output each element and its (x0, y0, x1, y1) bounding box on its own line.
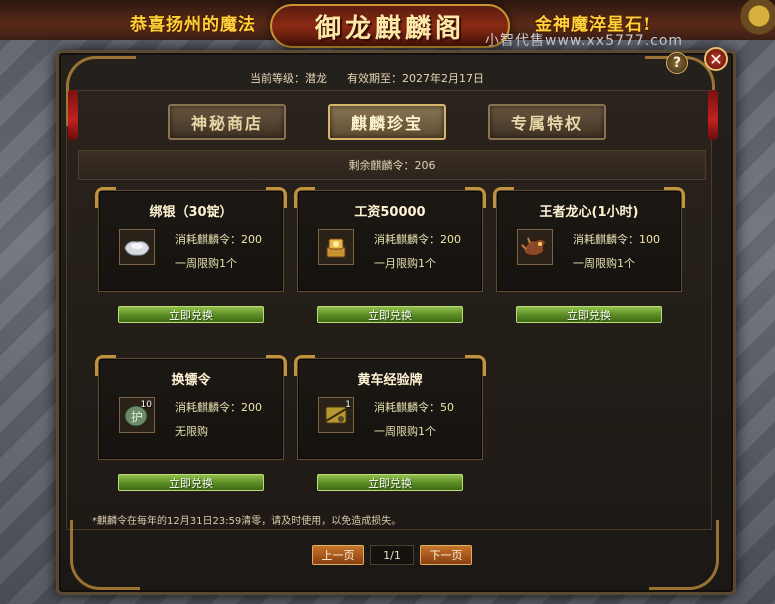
item-cost: 消耗麒麟令：100 (573, 231, 660, 247)
cost-label: 消耗麒麟令： (374, 233, 440, 246)
item-card-exp-card: 黄车经验牌 1 消耗麒麟令：50 一周限购1个 (294, 355, 486, 460)
item-title: 换镖令 (171, 373, 211, 388)
item-card-wages: 工资50000 消耗麒麟令：200 一月限购1个 (294, 187, 486, 292)
exp-card-icon[interactable]: 1 (318, 397, 354, 433)
redeem-button-escort-token[interactable]: 立即兑换 (118, 474, 264, 491)
page-indicator: 1/1 (370, 545, 414, 565)
item-limit: 一周限购1个 (374, 425, 436, 438)
token-reset-notice: *麒麟令在每年的12月31日23:59清零，请及时使用，以免造成损失。 (92, 516, 402, 527)
svg-text:护: 护 (131, 410, 143, 424)
item-limit: 一月限购1个 (374, 257, 436, 270)
remaining-tokens: 剩余麒麟令：206 (348, 159, 436, 172)
cost-value: 200 (241, 233, 262, 246)
redeem-button-bound-silver[interactable]: 立即兑换 (118, 306, 264, 323)
redeem-button-exp-card[interactable]: 立即兑换 (317, 474, 463, 491)
expiry-date: 有效期至：2027年2月17日 (347, 72, 484, 85)
cost-label: 消耗麒麟令： (175, 401, 241, 414)
item-title: 黄车经验牌 (357, 373, 423, 388)
item-limit: 一周限购1个 (175, 257, 237, 270)
gold-coin-stack-icon[interactable] (318, 229, 354, 265)
tassel-left (68, 90, 78, 140)
cost-label: 消耗麒麟令： (374, 401, 440, 414)
title-plaque: 御龙麒麟阁 (270, 4, 510, 48)
announcement-left: 恭喜扬州的魔法 (130, 15, 256, 35)
cost-value: 200 (241, 401, 262, 414)
pagination: 上一页 1/1 下一页 (312, 545, 472, 565)
escort-token-icon[interactable]: 护 10 (119, 397, 155, 433)
cost-value: 50 (440, 401, 454, 414)
item-count: 1 (345, 400, 351, 410)
tab-bar: 神秘商店 麒麟珍宝 专属特权 (168, 104, 606, 140)
item-limit: 无限购 (175, 425, 208, 438)
cost-value: 100 (639, 233, 660, 246)
background-figure (735, 0, 775, 40)
item-card-escort-token: 换镖令 护 10 消耗麒麟令：200 无限购 (95, 355, 287, 460)
prev-page-button[interactable]: 上一页 (312, 545, 364, 565)
redeem-button-dragon-heart[interactable]: 立即兑换 (516, 306, 662, 323)
remaining-tokens-bar: 剩余麒麟令：206 (78, 150, 706, 180)
next-page-button[interactable]: 下一页 (420, 545, 472, 565)
current-level: 当前等级：潜龙 (250, 72, 327, 85)
close-button[interactable]: ✕ (704, 47, 728, 71)
item-cost: 消耗麒麟令：200 (175, 399, 262, 415)
item-title: 绑银（30锭） (149, 205, 233, 220)
tab-qilin-treasure[interactable]: 麒麟珍宝 (328, 104, 446, 140)
dragon-heart-icon[interactable] (517, 229, 553, 265)
silver-ingot-icon[interactable] (119, 229, 155, 265)
cost-label: 消耗麒麟令： (175, 233, 241, 246)
redeem-button-wages[interactable]: 立即兑换 (317, 306, 463, 323)
corner-ornament-bottom-left (70, 520, 140, 590)
item-card-dragon-heart: 王者龙心(1小时) 消耗麒麟令：100 一周限购1个 (493, 187, 685, 292)
tassel-right (708, 90, 718, 140)
status-line: 当前等级：潜龙 有效期至：2027年2月17日 (250, 70, 484, 86)
tab-mystery-shop[interactable]: 神秘商店 (168, 104, 286, 140)
item-title: 王者龙心(1小时) (539, 205, 639, 220)
item-cost: 消耗麒麟令：200 (175, 231, 262, 247)
item-cost: 消耗麒麟令：50 (374, 399, 454, 415)
corner-ornament-bottom-right (649, 520, 719, 590)
window-title: 御龙麒麟阁 (314, 13, 465, 44)
tab-exclusive-privilege[interactable]: 专属特权 (488, 104, 606, 140)
help-button[interactable]: ? (666, 52, 688, 74)
item-count: 10 (140, 400, 152, 410)
item-card-bound-silver: 绑银（30锭） 消耗麒麟令：200 一周限购1个 (95, 187, 287, 292)
watermark-text: 小智代售www.xx5777.com (485, 33, 684, 49)
cost-label: 消耗麒麟令： (573, 233, 639, 246)
cost-value: 200 (440, 233, 461, 246)
item-limit: 一周限购1个 (573, 257, 635, 270)
item-title: 工资50000 (354, 205, 426, 220)
item-cost: 消耗麒麟令：200 (374, 231, 461, 247)
